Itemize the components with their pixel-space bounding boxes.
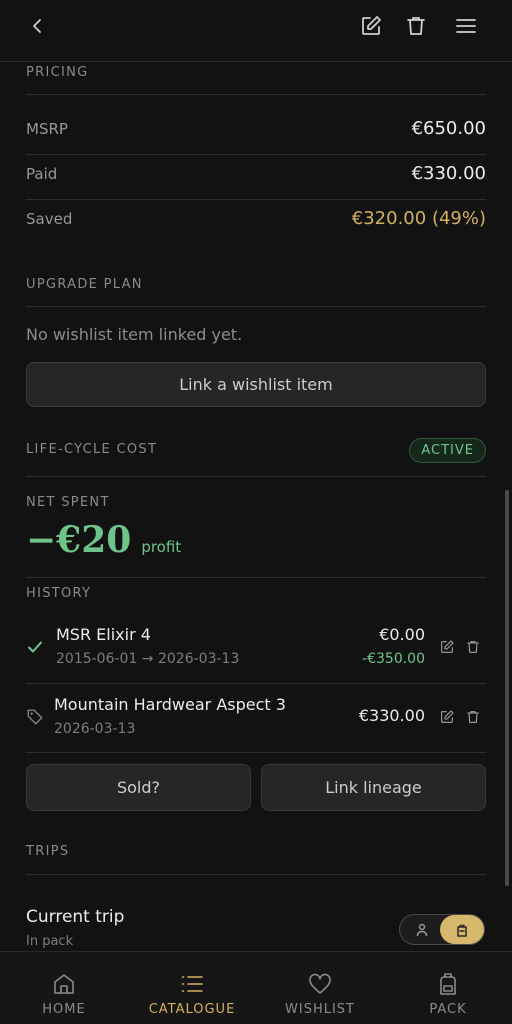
lifecycle-title: LIFE-CYCLE COST <box>26 442 158 457</box>
home-icon <box>54 974 74 994</box>
delete-button[interactable] <box>402 12 430 40</box>
history-item-name: Mountain Hardwear Aspect 3 <box>54 695 286 714</box>
pricing-row-paid: Paid €330.00 <box>26 163 486 184</box>
history-item[interactable]: MSR Elixir 4 2015-06-01 → 2026-03-13 €0.… <box>26 614 486 682</box>
back-button[interactable] <box>24 12 52 40</box>
link-lineage-button[interactable]: Link lineage <box>261 764 486 811</box>
pack-toggle-active <box>440 915 484 944</box>
status-badge: ACTIVE <box>409 438 486 463</box>
divider <box>26 752 486 753</box>
chevron-left-icon <box>33 19 41 33</box>
history-item-dates: 2015-06-01 → 2026-03-13 <box>56 651 240 667</box>
divider <box>26 199 486 200</box>
msrp-value: €650.00 <box>411 118 486 139</box>
history-item-amount: €330.00 <box>358 706 425 725</box>
upgrade-plan-title: UPGRADE PLAN <box>26 277 143 292</box>
edit-icon <box>362 16 381 35</box>
pricing-row-saved: Saved €320.00 (49%) <box>26 208 486 229</box>
saved-value: €320.00 (49%) <box>351 208 486 229</box>
history-item[interactable]: Mountain Hardwear Aspect 3 2026-03-13 €3… <box>26 684 486 752</box>
current-trip-title: Current trip <box>26 907 125 927</box>
nav-wishlist[interactable]: WISHLIST <box>256 952 384 1024</box>
saved-label: Saved <box>26 209 73 228</box>
nav-pack[interactable]: PACK <box>384 952 512 1024</box>
delete-history-button[interactable] <box>465 639 481 659</box>
backpack-icon <box>457 924 467 937</box>
nav-pack-label: PACK <box>429 1002 467 1017</box>
hamburger-icon <box>456 19 476 33</box>
tag-icon <box>27 709 43 725</box>
backpack-icon <box>440 973 456 995</box>
nav-wishlist-label: WISHLIST <box>285 1002 355 1017</box>
trash-icon <box>407 17 425 35</box>
history-item-dates: 2026-03-13 <box>54 721 136 737</box>
nav-home[interactable]: HOME <box>0 952 128 1024</box>
edit-history-button[interactable] <box>439 709 455 729</box>
history-item-name: MSR Elixir 4 <box>56 625 151 644</box>
edit-icon <box>441 640 454 653</box>
paid-label: Paid <box>26 164 58 183</box>
nav-home-label: HOME <box>42 1002 86 1017</box>
link-wishlist-button[interactable]: Link a wishlist item <box>26 362 486 407</box>
trips-title: TRIPS <box>26 844 70 859</box>
scrollbar[interactable] <box>505 490 509 886</box>
net-spent-note: profit <box>141 538 182 556</box>
history-item-amount: €0.00 <box>379 625 425 644</box>
top-bar <box>0 0 512 62</box>
pricing-title: PRICING <box>26 65 89 80</box>
net-spent-label: NET SPENT <box>26 495 110 510</box>
pack-toggle[interactable] <box>399 914 485 945</box>
msrp-label: MSRP <box>26 119 68 138</box>
net-spent: −€20 profit <box>26 519 181 561</box>
divider <box>26 154 486 155</box>
delete-history-button[interactable] <box>465 709 481 729</box>
net-spent-value: −€20 <box>26 519 132 561</box>
divider <box>26 476 486 477</box>
divider <box>26 577 486 578</box>
list-icon <box>181 976 203 992</box>
history-item-delta: -€350.00 <box>362 651 425 667</box>
nav-catalogue[interactable]: CATALOGUE <box>128 952 256 1024</box>
pricing-row-msrp: MSRP €650.00 <box>26 118 486 139</box>
upgrade-empty-text: No wishlist item linked yet. <box>26 325 243 344</box>
sold-button[interactable]: Sold? <box>26 764 251 811</box>
check-icon <box>28 641 42 653</box>
trash-icon <box>467 711 479 723</box>
edit-history-button[interactable] <box>439 639 455 659</box>
edit-button[interactable] <box>357 12 385 40</box>
divider <box>26 874 486 875</box>
person-icon <box>416 923 428 937</box>
paid-value: €330.00 <box>411 163 486 184</box>
menu-button[interactable] <box>452 12 480 40</box>
history-title: HISTORY <box>26 586 92 601</box>
current-trip-status: In pack <box>26 934 74 949</box>
divider <box>26 306 486 307</box>
edit-icon <box>441 710 454 723</box>
trash-icon <box>467 641 479 653</box>
bottom-nav: HOME CATALOGUE WISHLIST PACK <box>0 951 512 1024</box>
heart-icon <box>309 973 331 994</box>
nav-catalogue-label: CATALOGUE <box>148 1002 236 1017</box>
divider <box>26 94 486 95</box>
